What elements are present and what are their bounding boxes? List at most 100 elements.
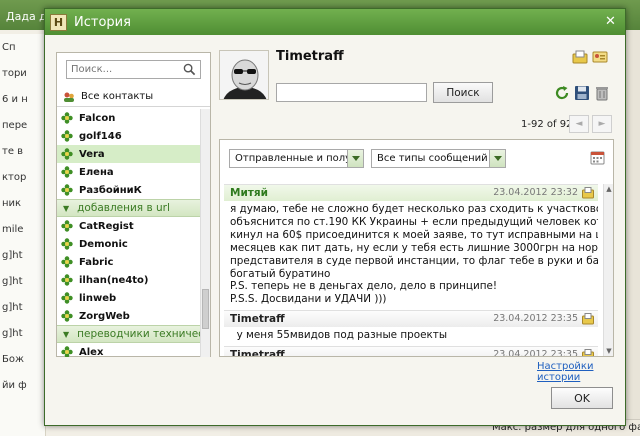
message-line: объяснится по ст.190 КК Украины + если п… xyxy=(230,215,598,228)
contact-item-label: CatRegist xyxy=(79,220,134,232)
contact-status-icon xyxy=(61,274,73,286)
contact-item[interactable]: Vera xyxy=(57,145,200,163)
contacts-panel: Все контакты Falcon golf146 Vera Елена Разбо… xyxy=(56,52,211,357)
message-timestamp: 23.04.2012 23:35 xyxy=(493,313,578,325)
background-text-line: 6 и н xyxy=(2,94,28,105)
contact-search-input[interactable] xyxy=(67,61,179,78)
message-line: я думаю, тебе не сложно будет несколько … xyxy=(230,203,598,215)
history-settings-link[interactable]: Настройки истории xyxy=(537,361,625,383)
contact-name: Timetraff xyxy=(276,49,344,64)
background-text-line: ктор xyxy=(2,172,27,183)
contact-item-label: golf146 xyxy=(79,130,122,142)
message-timestamp: 23.04.2012 23:32 xyxy=(493,187,578,198)
contact-item[interactable]: Елена xyxy=(57,163,200,181)
contact-group[interactable]: ▼ переводчики техничес xyxy=(57,325,200,343)
contact-item[interactable]: Alex xyxy=(57,343,200,357)
background-text-line: g]ht xyxy=(2,250,23,261)
contact-item-label: ZorgWeb xyxy=(79,310,130,322)
message-timestamp: 23.04.2012 23:35 xyxy=(493,349,578,356)
contact-item[interactable]: linweb xyxy=(57,289,200,307)
save-icon[interactable] xyxy=(574,85,590,101)
background-text-line: ник xyxy=(2,198,22,209)
contact-status-icon xyxy=(61,220,73,232)
trash-icon[interactable] xyxy=(594,85,610,101)
background-text-line: Бож xyxy=(2,354,24,365)
avatar-face-icon xyxy=(220,51,268,99)
contact-list-scrollbar[interactable] xyxy=(200,109,210,357)
title-bar[interactable]: H История ✕ xyxy=(45,9,625,35)
contact-item[interactable]: ilhan(ne4to) xyxy=(57,271,200,289)
contact-item-label: ilhan(ne4to) xyxy=(79,274,149,286)
background-text-line: g]ht xyxy=(2,302,23,313)
quote-folder-icon[interactable] xyxy=(572,49,588,65)
next-page-button[interactable]: ► xyxy=(592,115,612,133)
scroll-down-icon[interactable]: ▼ xyxy=(604,346,614,356)
calendar-icon[interactable] xyxy=(590,150,605,165)
contact-status-icon xyxy=(61,256,73,268)
quote-message-icon[interactable] xyxy=(582,187,594,199)
all-contacts-item[interactable]: Все контакты xyxy=(57,87,210,107)
type-filter-select[interactable]: Все типы сообщений xyxy=(371,149,506,168)
message-list[interactable]: Митяй 23.04.2012 23:32 я думаю, тебе не сл… xyxy=(224,184,598,356)
prev-page-button[interactable]: ◄ xyxy=(569,115,589,133)
message-line: P.S.S. Досвидани и УДАЧИ ))) xyxy=(230,293,387,306)
group-expanded-icon[interactable]: ▼ xyxy=(63,330,69,339)
contact-item-label: РазбойниК xyxy=(79,184,142,196)
refresh-icon[interactable] xyxy=(554,85,570,101)
contact-status-icon xyxy=(61,238,73,250)
message-header[interactable]: Митяй 23.04.2012 23:32 xyxy=(224,184,598,201)
contact-item[interactable]: Fabric xyxy=(57,253,200,271)
contact-status-icon xyxy=(61,292,73,304)
contact-item[interactable]: ZorgWeb xyxy=(57,307,200,325)
contact-item[interactable]: Demonic xyxy=(57,235,200,253)
contact-status-icon xyxy=(61,166,73,178)
contact-status-icon xyxy=(61,130,73,142)
message-header[interactable]: Timetraff 23.04.2012 23:35 xyxy=(224,310,598,328)
contact-list[interactable]: Falcon golf146 Vera Елена РазбойниК ▼ добавлен… xyxy=(57,109,200,357)
quote-message-icon[interactable] xyxy=(582,313,594,325)
arrow-right-icon: ► xyxy=(598,119,606,129)
direction-filter-value: Отправленные и получен... xyxy=(235,153,363,164)
message-search-box[interactable] xyxy=(276,83,427,102)
close-button[interactable]: ✕ xyxy=(602,14,619,30)
message-line: месяцев как пит дать, ну если у тебя ест… xyxy=(230,241,598,254)
message-line: богатый буратино xyxy=(230,267,331,280)
contact-item[interactable]: golf146 xyxy=(57,127,200,145)
contact-item-label: Alex xyxy=(79,346,104,358)
all-contacts-label: Все контакты xyxy=(81,91,154,102)
contact-item[interactable]: РазбойниК xyxy=(57,181,200,199)
history-dialog: H История ✕ Все контакты Falcon golf146 Ve… xyxy=(44,8,626,426)
contact-status-icon xyxy=(61,184,73,196)
chevron-down-icon[interactable] xyxy=(489,150,505,167)
contact-item[interactable]: CatRegist xyxy=(57,217,200,235)
quote-message-icon[interactable] xyxy=(582,349,594,356)
contacts-group-icon xyxy=(64,92,74,102)
messages-panel: Отправленные и получен... Все типы сообщ… xyxy=(219,139,614,357)
message-header[interactable]: Timetraff 23.04.2012 23:35 xyxy=(224,346,598,356)
ok-button[interactable]: OK xyxy=(551,387,613,409)
contact-item-label: Demonic xyxy=(79,238,128,250)
arrow-left-icon: ◄ xyxy=(575,119,583,129)
message-author: Timetraff xyxy=(230,349,285,356)
chevron-down-icon[interactable] xyxy=(347,150,363,167)
contact-item[interactable]: Falcon xyxy=(57,109,200,127)
group-expanded-icon[interactable]: ▼ xyxy=(63,204,69,213)
message-search-input[interactable] xyxy=(277,84,426,101)
background-text-line: g]ht xyxy=(2,328,23,339)
message-line: P.S. теперь не в деньгах дело, дело в пр… xyxy=(230,280,498,293)
background-text-line: тори xyxy=(2,68,27,79)
contact-card-icon[interactable] xyxy=(592,49,608,65)
message-list-scrollbar[interactable]: ▲ ▼ xyxy=(603,184,613,356)
background-text-line: йи ф xyxy=(2,380,27,391)
scroll-up-icon[interactable]: ▲ xyxy=(604,184,614,194)
contact-group[interactable]: ▼ добавления в url xyxy=(57,199,200,217)
app-icon: H xyxy=(50,13,67,31)
direction-filter-select[interactable]: Отправленные и получен... xyxy=(229,149,364,168)
search-button[interactable]: Поиск xyxy=(433,82,493,103)
contact-list-scroll-thumb[interactable] xyxy=(202,289,209,329)
contact-item-label: Falcon xyxy=(79,112,116,124)
contact-search-box[interactable] xyxy=(66,60,201,79)
search-icon[interactable] xyxy=(183,63,196,76)
avatar xyxy=(219,50,269,100)
contact-status-icon xyxy=(61,310,73,322)
